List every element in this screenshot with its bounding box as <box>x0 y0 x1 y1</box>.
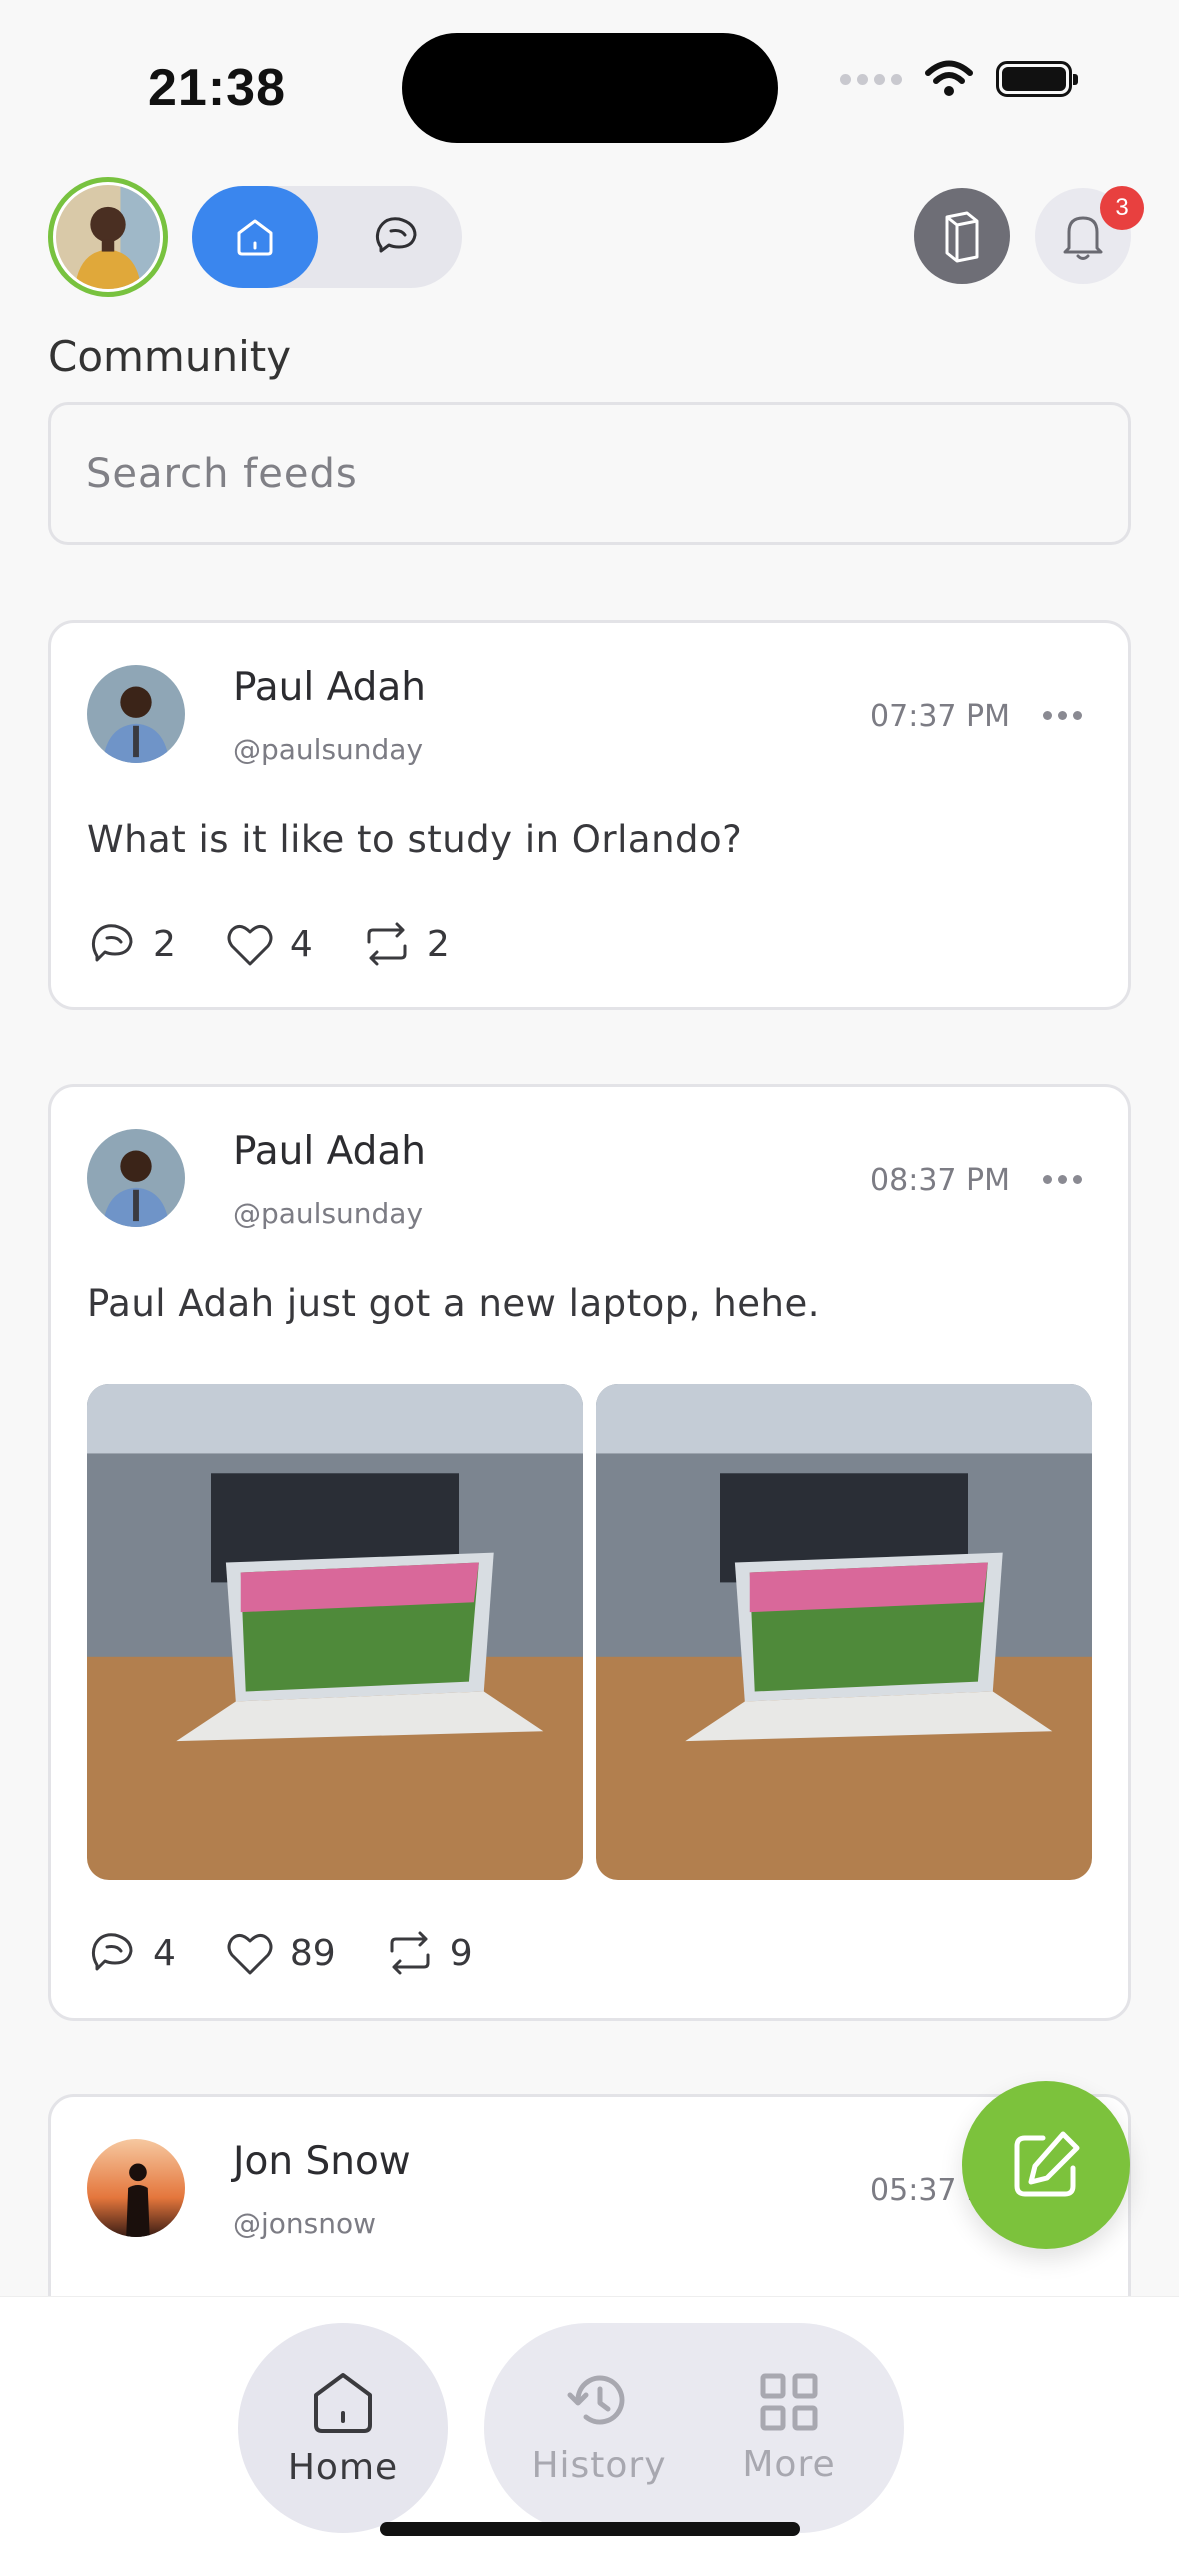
post-author-name[interactable]: Paul Adah <box>233 665 426 710</box>
book-icon <box>945 211 979 263</box>
comment-icon <box>91 1933 133 1971</box>
battery-icon <box>996 61 1078 97</box>
home-tab-button[interactable] <box>192 186 318 288</box>
repost-count: 9 <box>449 1932 473 1974</box>
dynamic-island <box>402 33 778 143</box>
history-icon <box>567 2375 625 2425</box>
like-count: 89 <box>289 1932 336 1974</box>
post-text: What is it like to study in Orlando? <box>87 818 743 861</box>
post-actions: 4 89 9 <box>87 1927 521 1979</box>
repost-button[interactable]: 9 <box>384 1929 473 1977</box>
comment-icon <box>91 924 133 962</box>
post-card[interactable]: Paul Adah @paulsunday 07:37 PM What is i… <box>48 620 1131 1010</box>
grid-icon <box>760 2373 818 2430</box>
like-count: 4 <box>289 923 313 965</box>
community-feed-screen: 21:38 3 Community Search feeds Paul Adah… <box>0 0 1179 2556</box>
nav-home[interactable]: Home <box>238 2323 448 2533</box>
nav-history[interactable]: History <box>504 2323 694 2533</box>
comment-button[interactable]: 4 <box>87 1927 176 1979</box>
post-author-handle: @paulsunday <box>233 1197 424 1230</box>
page-title: Community <box>48 332 292 381</box>
repost-icon <box>367 922 407 966</box>
notification-badge: 3 <box>1100 186 1144 230</box>
chat-tab-button[interactable] <box>334 186 460 288</box>
repost-button[interactable]: 2 <box>361 920 450 968</box>
repost-icon <box>390 1931 430 1975</box>
compose-post-button[interactable] <box>962 2081 1130 2249</box>
status-time: 21:38 <box>148 59 286 117</box>
avatar[interactable] <box>87 665 185 763</box>
nav-more[interactable]: More <box>714 2323 864 2533</box>
post-author-name[interactable]: Paul Adah <box>233 1129 426 1174</box>
heart-icon <box>227 925 273 966</box>
more-icon[interactable] <box>1043 1175 1082 1184</box>
post-actions: 2 4 2 <box>87 918 498 970</box>
edit-icon <box>1014 2131 1080 2197</box>
comment-button[interactable]: 2 <box>87 918 176 970</box>
home-icon <box>237 219 273 256</box>
repost-count: 2 <box>426 923 450 965</box>
nav-secondary-group: History More <box>484 2323 904 2533</box>
chat-icon <box>375 217 417 253</box>
bell-icon <box>1063 216 1103 260</box>
heart-icon <box>227 1934 273 1975</box>
nav-home-label: Home <box>287 2446 399 2488</box>
like-button[interactable]: 89 <box>224 1929 336 1977</box>
post-timestamp: 08:37 PM <box>870 1163 1010 1198</box>
search-field[interactable] <box>48 402 1131 545</box>
more-icon[interactable] <box>1043 711 1082 720</box>
post-image[interactable] <box>596 1384 1092 1880</box>
nav-history-label: History <box>531 2444 667 2486</box>
home-indicator <box>380 2522 800 2536</box>
search-input[interactable] <box>86 450 1128 497</box>
library-button[interactable] <box>914 188 1010 284</box>
like-button[interactable]: 4 <box>224 920 313 968</box>
post-card[interactable]: Paul Adah @paulsunday 08:37 PM Paul Adah… <box>48 1084 1131 2021</box>
comment-count: 2 <box>153 923 176 965</box>
post-author-handle: @paulsunday <box>233 733 424 766</box>
wifi-icon <box>925 60 973 96</box>
avatar[interactable] <box>87 2139 185 2237</box>
status-indicators <box>840 60 1078 98</box>
avatar[interactable] <box>87 1129 185 1227</box>
post-image[interactable] <box>87 1384 583 1880</box>
post-timestamp: 07:37 PM <box>870 699 1010 734</box>
feed-toggle <box>192 186 462 288</box>
signal-icon <box>840 73 902 85</box>
post-text: Paul Adah just got a new laptop, hehe. <box>87 1282 820 1325</box>
profile-avatar[interactable] <box>48 177 168 297</box>
bottom-navigation: Home History More <box>0 2297 1179 2556</box>
nav-more-label: More <box>742 2443 836 2485</box>
home-icon <box>314 2372 372 2433</box>
post-author-name[interactable]: Jon Snow <box>233 2139 411 2184</box>
post-image-gallery <box>87 1384 1092 1880</box>
post-author-handle: @jonsnow <box>233 2207 377 2240</box>
comment-count: 4 <box>153 1932 176 1974</box>
